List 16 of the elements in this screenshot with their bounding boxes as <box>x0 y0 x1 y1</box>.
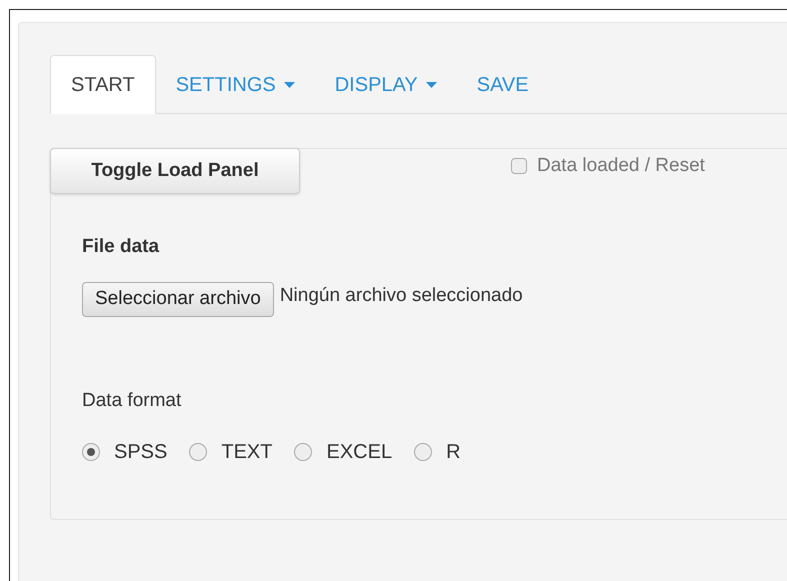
radio-label: SPSS <box>114 440 168 465</box>
toggle-load-panel-button[interactable]: Toggle Load Panel <box>50 148 300 194</box>
radio-label: R <box>446 440 461 465</box>
radio-label: EXCEL <box>326 440 392 465</box>
radio-button[interactable] <box>414 443 432 461</box>
section-heading: File data <box>82 235 160 259</box>
radio-label: TEXT <box>221 440 272 465</box>
radio-button[interactable] <box>294 443 312 461</box>
checkbox[interactable] <box>511 158 527 174</box>
radio-button[interactable] <box>82 443 100 461</box>
choose-file-button[interactable]: Seleccionar archivo <box>82 282 274 316</box>
radio-button[interactable] <box>189 443 208 461</box>
nav-tab[interactable]: START <box>50 55 156 114</box>
checkbox-label: Data loaded / Reset <box>537 154 705 178</box>
file-status-text: Ningún archivo seleccionado <box>280 284 523 308</box>
field-label: Data format <box>82 388 182 412</box>
